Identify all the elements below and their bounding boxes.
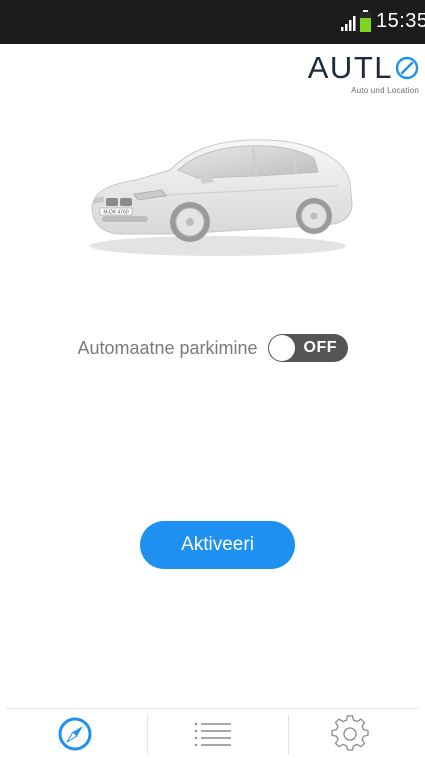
logo-compass-o-icon	[395, 56, 419, 80]
logo-tagline: Auto und Location	[351, 86, 419, 95]
list-icon	[194, 722, 231, 747]
automatic-parking-label: Automaatne parkimine	[77, 337, 258, 358]
bottom-nav	[6, 708, 419, 758]
app-screen: 15:35 AUTL Auto und Location M-DK 4760 A…	[0, 0, 425, 758]
automatic-parking-toggle[interactable]: OFF	[267, 334, 348, 362]
activate-button[interactable]: Aktiveeri	[140, 521, 295, 569]
battery-icon	[360, 10, 371, 32]
logo-text: AUTL	[307, 50, 393, 85]
nav-item-settings[interactable]	[281, 709, 419, 758]
nav-item-compass[interactable]	[6, 709, 144, 758]
status-bar: 15:35	[0, 0, 425, 44]
nav-divider	[288, 715, 289, 755]
status-time: 15:35	[376, 10, 425, 32]
signal-icon	[341, 16, 356, 31]
car-image: M-DK 4760	[90, 139, 353, 256]
settings-gear-icon	[331, 715, 369, 751]
nav-item-list[interactable]	[144, 709, 282, 758]
app-logo: AUTL Auto und Location	[308, 52, 419, 96]
license-plate: M-DK 4760	[103, 210, 129, 216]
toggle-knob[interactable]	[268, 335, 295, 361]
logo-wordmark: AUTL	[308, 52, 419, 84]
nav-divider	[147, 715, 148, 755]
compass-icon	[58, 717, 92, 751]
automatic-parking-row: Automaatne parkimine OFF	[0, 333, 425, 363]
toggle-state-text: OFF	[303, 339, 338, 356]
